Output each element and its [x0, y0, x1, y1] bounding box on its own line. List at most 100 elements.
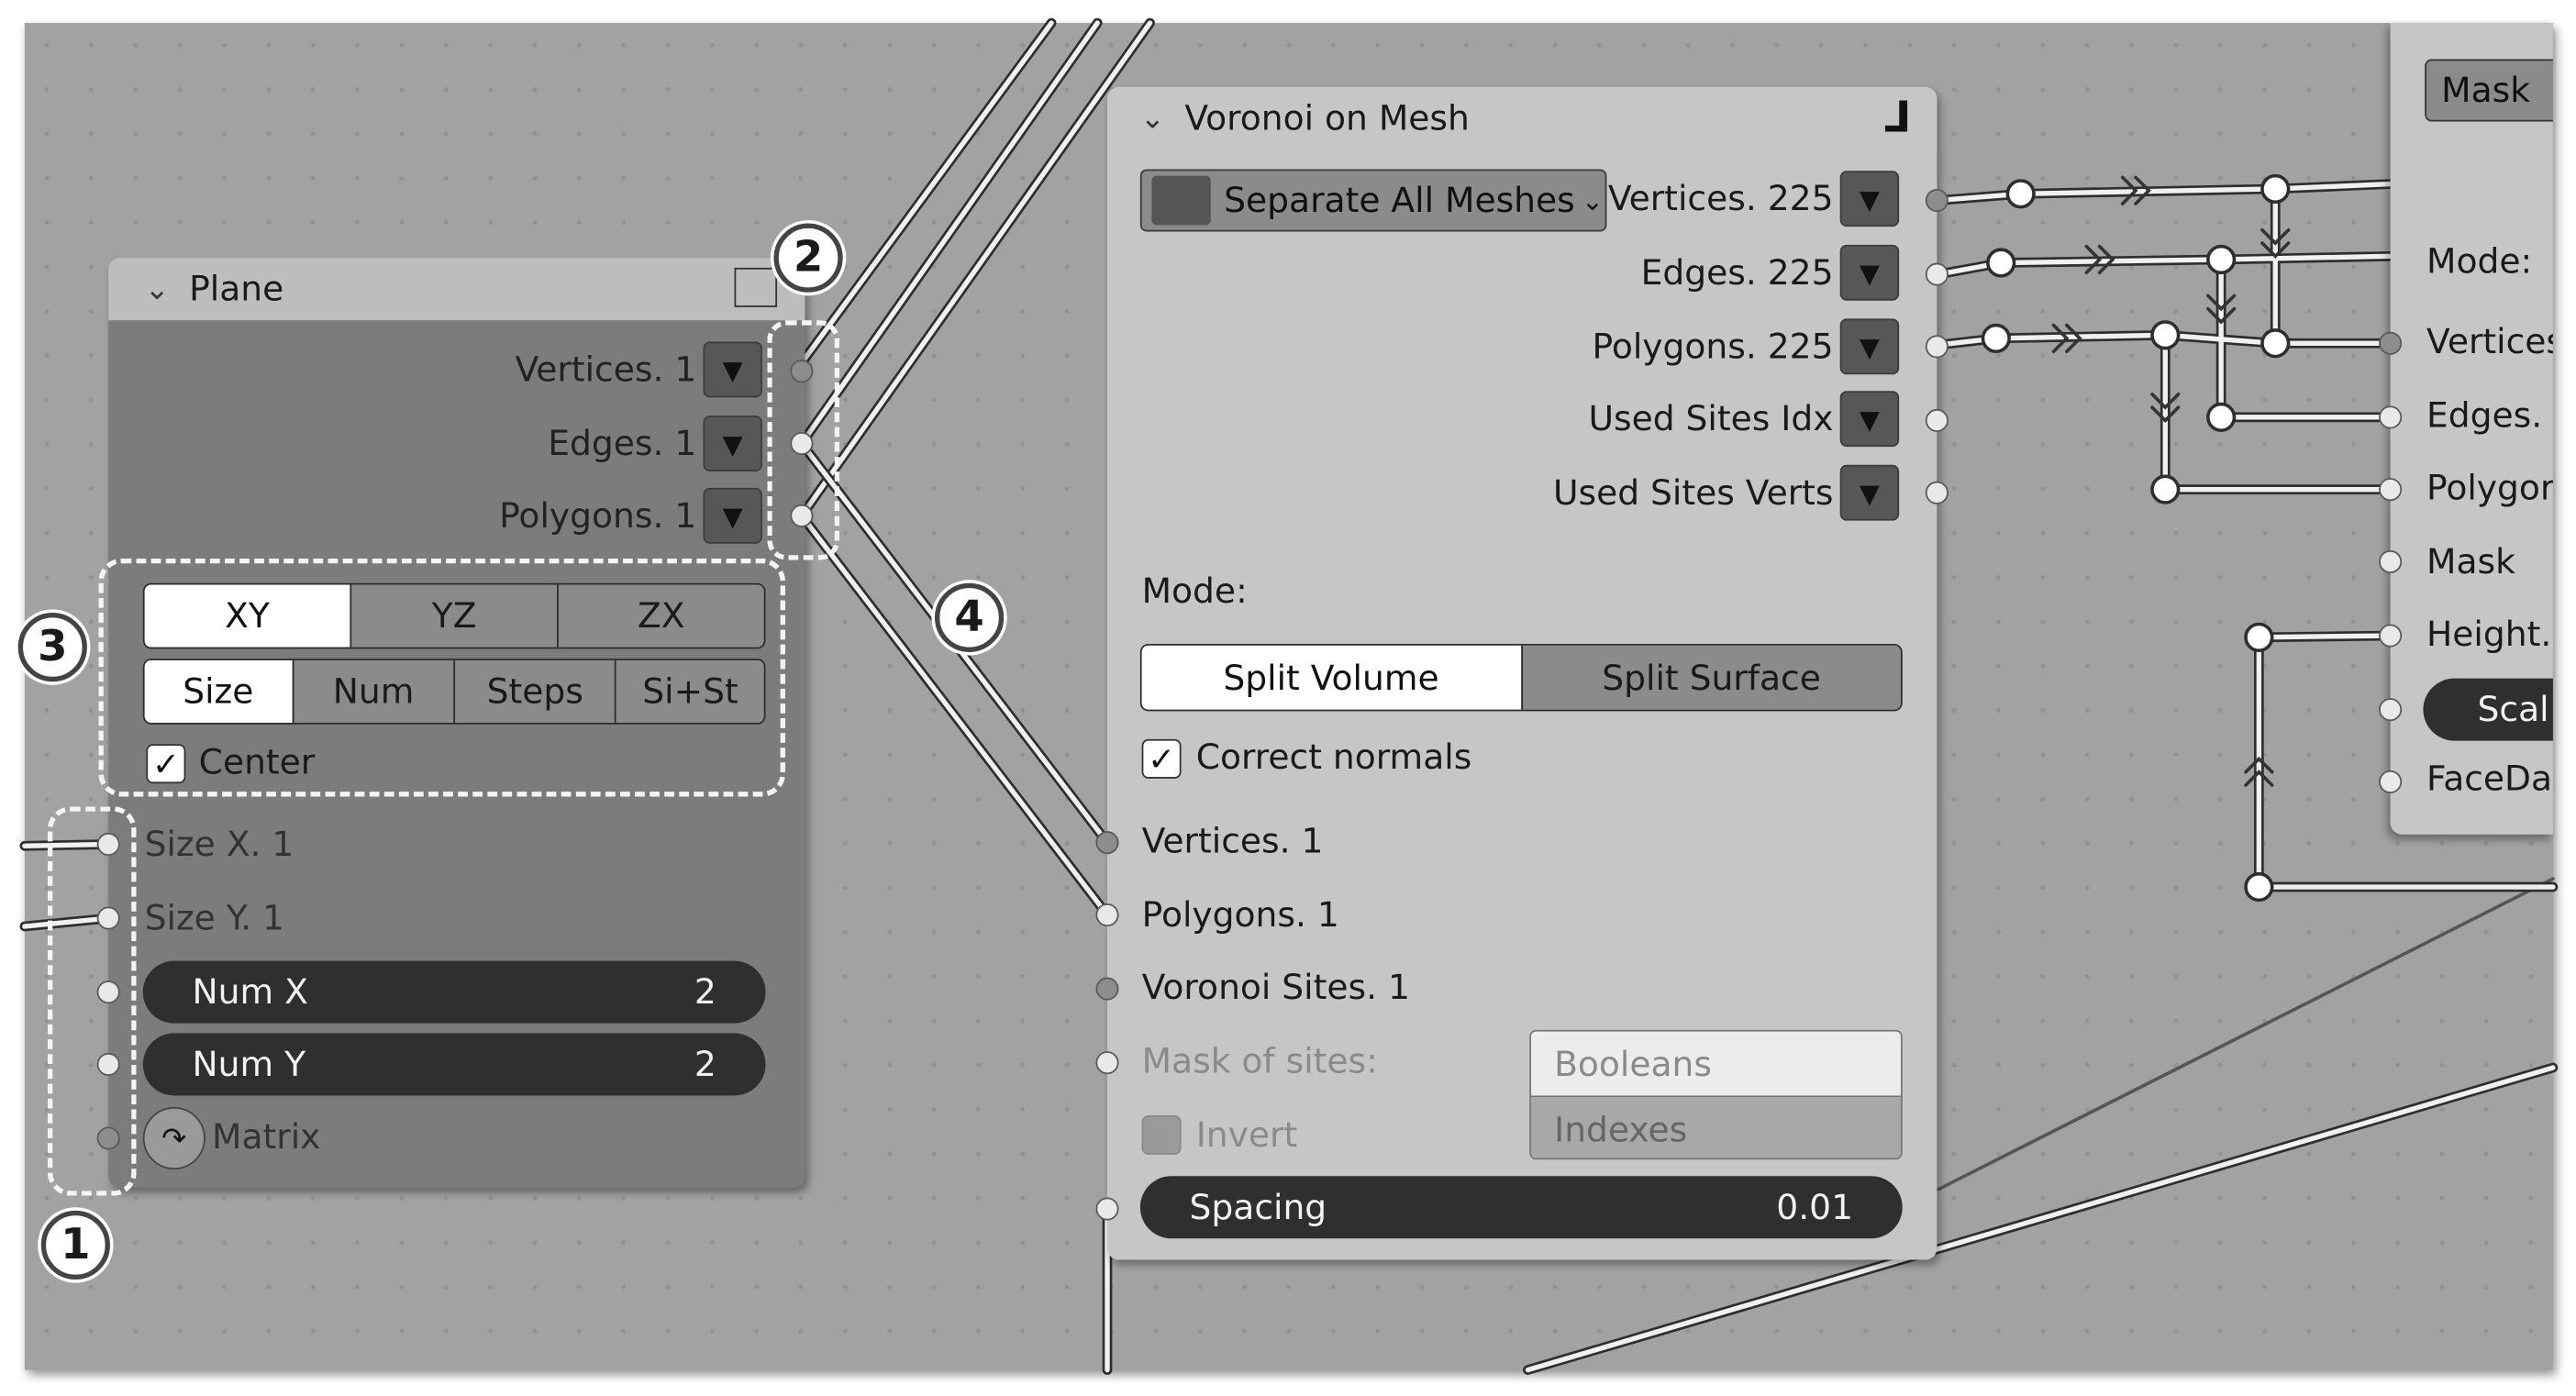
- invert-checkbox[interactable]: [1141, 1114, 1182, 1155]
- output-socket-edges[interactable]: [1925, 262, 1949, 286]
- output-vertices-dropdown[interactable]: ▼: [703, 341, 762, 398]
- triangle-down-icon: ▼: [1859, 330, 1880, 362]
- scale-label: Scal: [2477, 690, 2549, 730]
- correct-normals-label: Correct normals: [1195, 737, 1472, 778]
- mask-button-label: Mask: [2441, 71, 2530, 110]
- node-preview-toggle[interactable]: [734, 267, 778, 307]
- mask-option-booleans[interactable]: Booleans: [1531, 1031, 1901, 1098]
- output-polygons-label: Polygons. 225: [1592, 327, 1834, 367]
- node-title: Voronoi on Mesh: [1184, 98, 1470, 138]
- triangle-down-icon: ▼: [1859, 477, 1880, 509]
- mask-type-selector[interactable]: Booleans Indexes: [1529, 1029, 1903, 1160]
- triangle-down-icon: ▼: [1859, 183, 1880, 215]
- input-socket-polygons[interactable]: [1095, 903, 1119, 927]
- right-input-socket-facedata[interactable]: [2379, 770, 2403, 793]
- right-node[interactable]: Mask Mode: Vertices Edges. Polygor Mask …: [2390, 23, 2553, 835]
- output-socket-used-sites-idx[interactable]: [1925, 408, 1949, 432]
- output-edges-dropdown[interactable]: ▼: [1839, 244, 1900, 301]
- matrix-label: Matrix: [212, 1116, 321, 1157]
- output-socket-vertices[interactable]: [1925, 188, 1949, 213]
- split-surface-option[interactable]: Split Surface: [1520, 645, 1901, 710]
- separate-meshes-label: Separate All Meshes: [1224, 180, 1575, 220]
- mask-button[interactable]: Mask: [2425, 59, 2553, 122]
- mode-label: Mode:: [1141, 571, 1248, 612]
- output-vertices-label: Vertices. 225: [1607, 179, 1834, 219]
- output-edges-dropdown[interactable]: ▼: [703, 415, 762, 471]
- collapse-chevron-icon[interactable]: ⌄: [1140, 101, 1165, 136]
- scipy-logo-icon: ⅃: [1883, 94, 1911, 143]
- plane-node-header[interactable]: ⌄ Plane: [108, 258, 805, 321]
- num-y-label: Num Y: [192, 1044, 306, 1084]
- right-input-socket-vertices[interactable]: [2379, 331, 2403, 355]
- collapse-chevron-icon[interactable]: ⌄: [145, 271, 170, 306]
- callout-2: 2: [773, 223, 843, 293]
- highlight-output-sockets: [767, 320, 840, 560]
- voronoi-node-header[interactable]: ⌄ Voronoi on Mesh ⅃: [1106, 86, 1938, 150]
- voronoi-mesh-icon: [1151, 175, 1211, 226]
- separate-meshes-dropdown[interactable]: Separate All Meshes ⌄: [1139, 169, 1607, 232]
- highlight-parameters: [98, 558, 786, 797]
- split-mode-selector[interactable]: Split Volume Split Surface: [1139, 643, 1903, 712]
- output-polygons-label: Polygons. 1: [499, 495, 697, 536]
- right-input-polygons-label: Polygor: [2426, 468, 2553, 508]
- correct-normals-checkbox[interactable]: ✓: [1141, 738, 1182, 779]
- right-input-mask-label: Mask: [2426, 541, 2515, 582]
- right-input-socket-polygons[interactable]: [2379, 478, 2403, 502]
- right-input-edges-label: Edges.: [2426, 395, 2543, 436]
- output-vertices-dropdown[interactable]: ▼: [1839, 171, 1900, 227]
- input-socket-vertices[interactable]: [1095, 831, 1119, 855]
- output-used-sites-verts-label: Used Sites Verts: [1552, 472, 1834, 513]
- input-socket-mask-of-sites[interactable]: [1095, 1051, 1119, 1075]
- output-used-sites-idx-dropdown[interactable]: ▼: [1839, 391, 1900, 448]
- output-socket-polygons[interactable]: [1925, 335, 1949, 359]
- right-input-socket-height[interactable]: [2379, 624, 2403, 648]
- right-input-height-label: Height.: [2426, 614, 2552, 654]
- output-polygons-dropdown[interactable]: ▼: [1839, 318, 1900, 375]
- mask-of-sites-label: Mask of sites:: [1141, 1041, 1378, 1081]
- checkmark-icon: ✓: [1148, 738, 1176, 779]
- input-size-x-label: Size X. 1: [144, 824, 294, 864]
- output-used-sites-idx-label: Used Sites Idx: [1588, 399, 1834, 439]
- num-x-slider[interactable]: Num X 2: [142, 960, 766, 1024]
- callout-4: 4: [934, 582, 1005, 652]
- input-vertices-label: Vertices. 1: [1141, 821, 1324, 861]
- right-input-socket-edges[interactable]: [2379, 405, 2403, 429]
- callout-1: 1: [40, 1210, 110, 1280]
- triangle-down-icon: ▼: [722, 353, 743, 385]
- input-voronoi-sites-label: Voronoi Sites. 1: [1141, 967, 1410, 1007]
- right-input-vertices-label: Vertices: [2426, 321, 2553, 361]
- triangle-down-icon: ▼: [722, 500, 743, 532]
- right-input-socket-mask[interactable]: [2379, 549, 2403, 573]
- chevron-down-icon: ⌄: [1581, 184, 1604, 216]
- spacing-value: 0.01: [1776, 1187, 1854, 1227]
- num-y-slider[interactable]: Num Y 2: [142, 1033, 766, 1096]
- invert-label: Invert: [1195, 1114, 1298, 1155]
- triangle-down-icon: ▼: [722, 427, 743, 460]
- matrix-icon[interactable]: ↷: [142, 1106, 205, 1170]
- highlight-input-sockets: [47, 806, 137, 1196]
- right-input-facedata-label: FaceDa: [2426, 759, 2553, 799]
- output-edges-label: Edges. 225: [1640, 252, 1834, 293]
- spacing-label: Spacing: [1189, 1187, 1327, 1227]
- input-polygons-label: Polygons. 1: [1141, 894, 1339, 935]
- scale-slider[interactable]: Scal: [2423, 678, 2553, 741]
- callout-3: 3: [17, 612, 87, 682]
- input-socket-spacing[interactable]: [1095, 1197, 1119, 1221]
- num-y-value: 2: [694, 1044, 716, 1084]
- split-volume-option[interactable]: Split Volume: [1141, 645, 1521, 710]
- triangle-down-icon: ▼: [1859, 257, 1880, 289]
- input-socket-voronoi-sites[interactable]: [1095, 977, 1119, 1001]
- spacing-slider[interactable]: Spacing 0.01: [1139, 1176, 1903, 1239]
- input-size-y-label: Size Y. 1: [144, 898, 284, 938]
- output-vertices-label: Vertices. 1: [515, 349, 697, 390]
- mask-option-indexes[interactable]: Indexes: [1531, 1097, 1901, 1158]
- node-title: Plane: [189, 269, 284, 309]
- output-used-sites-verts-dropdown[interactable]: ▼: [1839, 464, 1900, 521]
- triangle-down-icon: ▼: [1859, 403, 1880, 435]
- right-input-socket-scale[interactable]: [2379, 698, 2403, 722]
- output-socket-used-sites-verts[interactable]: [1925, 481, 1949, 504]
- output-polygons-dropdown[interactable]: ▼: [703, 487, 762, 544]
- output-edges-label: Edges. 1: [548, 424, 697, 464]
- right-mode-label: Mode:: [2426, 241, 2533, 282]
- num-x-value: 2: [694, 972, 716, 1013]
